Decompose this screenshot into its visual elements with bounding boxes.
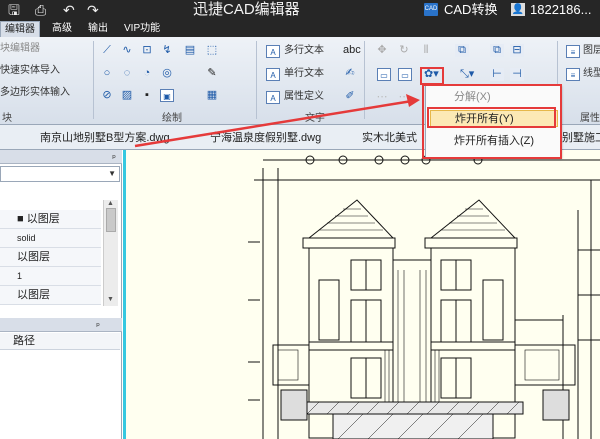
- annotation-arrow: [134, 94, 420, 148]
